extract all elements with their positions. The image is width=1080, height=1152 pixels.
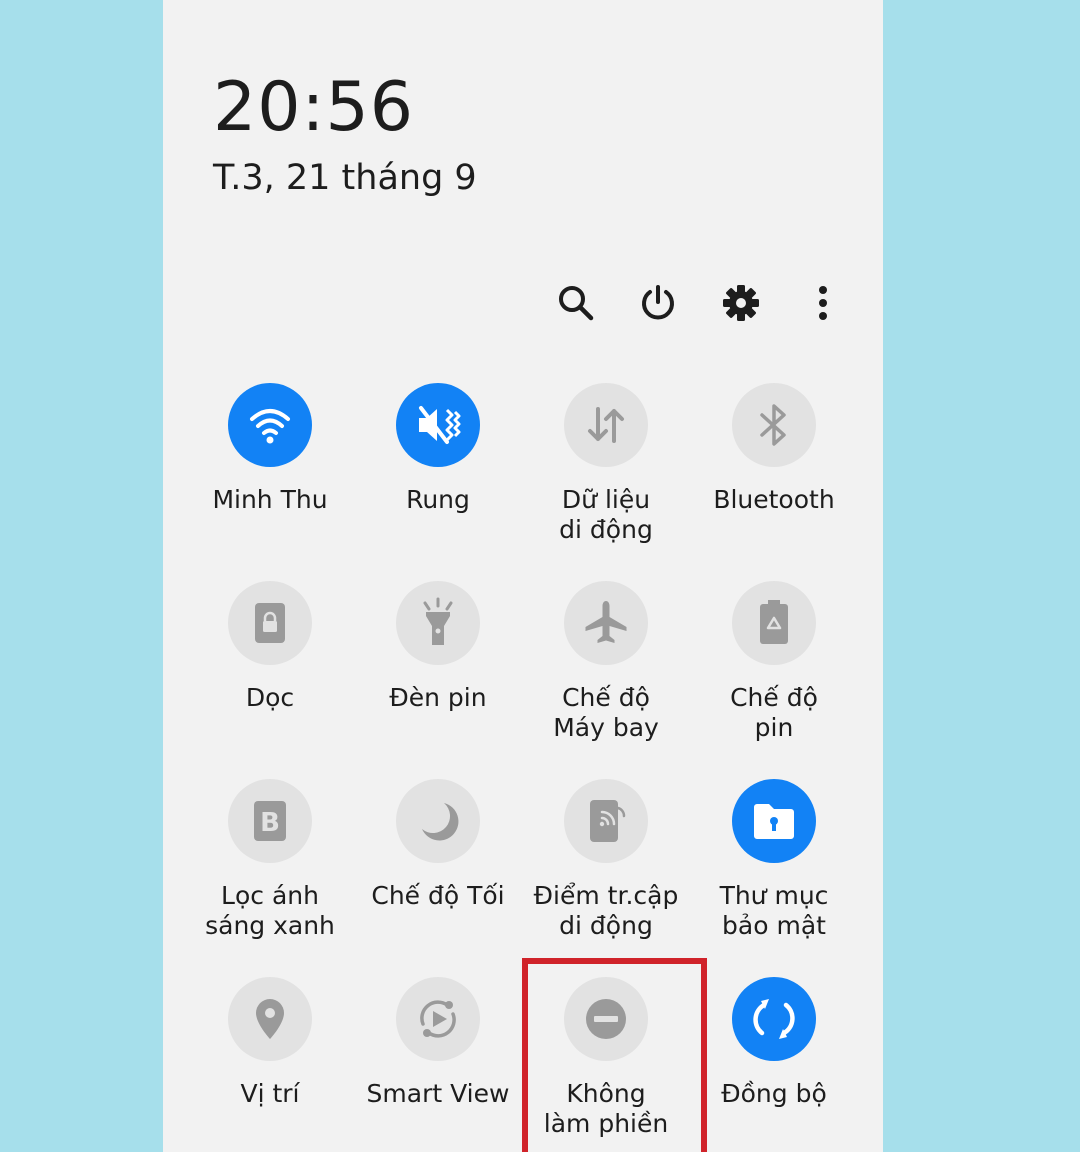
power-icon[interactable] [635, 280, 681, 326]
tile-label: Chế độ pin [730, 683, 818, 742]
tile-location[interactable]: Vị trí [186, 977, 354, 1152]
tile-label: Minh Thu [212, 485, 328, 514]
tile-label: Chế độ Tối [371, 881, 505, 910]
tile-label: Điểm tr.cập di động [533, 881, 679, 940]
quick-panel-toolbar [163, 280, 883, 326]
blue-light-filter-icon: B [228, 779, 312, 863]
quick-settings-panel: 20:56 T.3, 21 tháng 9 Minh Thu Rung Dữ l… [163, 0, 883, 1152]
wifi-icon [228, 383, 312, 467]
tile-label: Smart View [366, 1079, 510, 1108]
bluetooth-icon [732, 383, 816, 467]
tile-sync[interactable]: Đồng bộ [690, 977, 858, 1152]
hotspot-icon [564, 779, 648, 863]
tile-label: Chế độ Máy bay [553, 683, 659, 742]
tile-label: Dữ liệu di động [559, 485, 653, 544]
smart-view-icon [396, 977, 480, 1061]
tile-flashlight[interactable]: Đèn pin [354, 581, 522, 771]
tile-vibrate[interactable]: Rung [354, 383, 522, 573]
tile-airplane[interactable]: Chế độ Máy bay [522, 581, 690, 771]
portrait-lock-icon [228, 581, 312, 665]
svg-text:B: B [260, 808, 280, 838]
tile-smart-view[interactable]: Smart View [354, 977, 522, 1152]
tile-label: Thư mục bảo mật [719, 881, 829, 940]
tile-label: Lọc ánh sáng xanh [205, 881, 335, 940]
vibrate-icon [396, 383, 480, 467]
search-icon[interactable] [553, 280, 599, 326]
tile-bluetooth[interactable]: Bluetooth [690, 383, 858, 573]
settings-gear-icon[interactable] [718, 280, 764, 326]
secure-folder-icon [732, 779, 816, 863]
more-vert-icon[interactable] [800, 280, 846, 326]
tile-label: Đèn pin [389, 683, 487, 712]
tile-label: Bluetooth [713, 485, 835, 514]
tile-label: Rung [406, 485, 470, 514]
tile-secure-folder[interactable]: Thư mục bảo mật [690, 779, 858, 969]
tile-wifi[interactable]: Minh Thu [186, 383, 354, 573]
tile-label: Vị trí [240, 1079, 300, 1108]
flashlight-icon [396, 581, 480, 665]
date-label: T.3, 21 tháng 9 [213, 158, 477, 198]
highlight-box [522, 958, 707, 1152]
moon-icon [396, 779, 480, 863]
tile-label: Đồng bộ [721, 1079, 827, 1108]
tile-portrait[interactable]: Dọc [186, 581, 354, 771]
tile-hotspot[interactable]: Điểm tr.cập di động [522, 779, 690, 969]
tile-mobile-data[interactable]: Dữ liệu di động [522, 383, 690, 573]
tile-dark-mode[interactable]: Chế độ Tối [354, 779, 522, 969]
sync-icon [732, 977, 816, 1061]
tile-blue-light-filter[interactable]: B Lọc ánh sáng xanh [186, 779, 354, 969]
tile-battery-saver[interactable]: Chế độ pin [690, 581, 858, 771]
clock-time: 20:56 [213, 68, 414, 147]
mobile-data-icon [564, 383, 648, 467]
airplane-icon [564, 581, 648, 665]
location-pin-icon [228, 977, 312, 1061]
battery-saver-icon [732, 581, 816, 665]
tile-label: Dọc [245, 683, 295, 712]
